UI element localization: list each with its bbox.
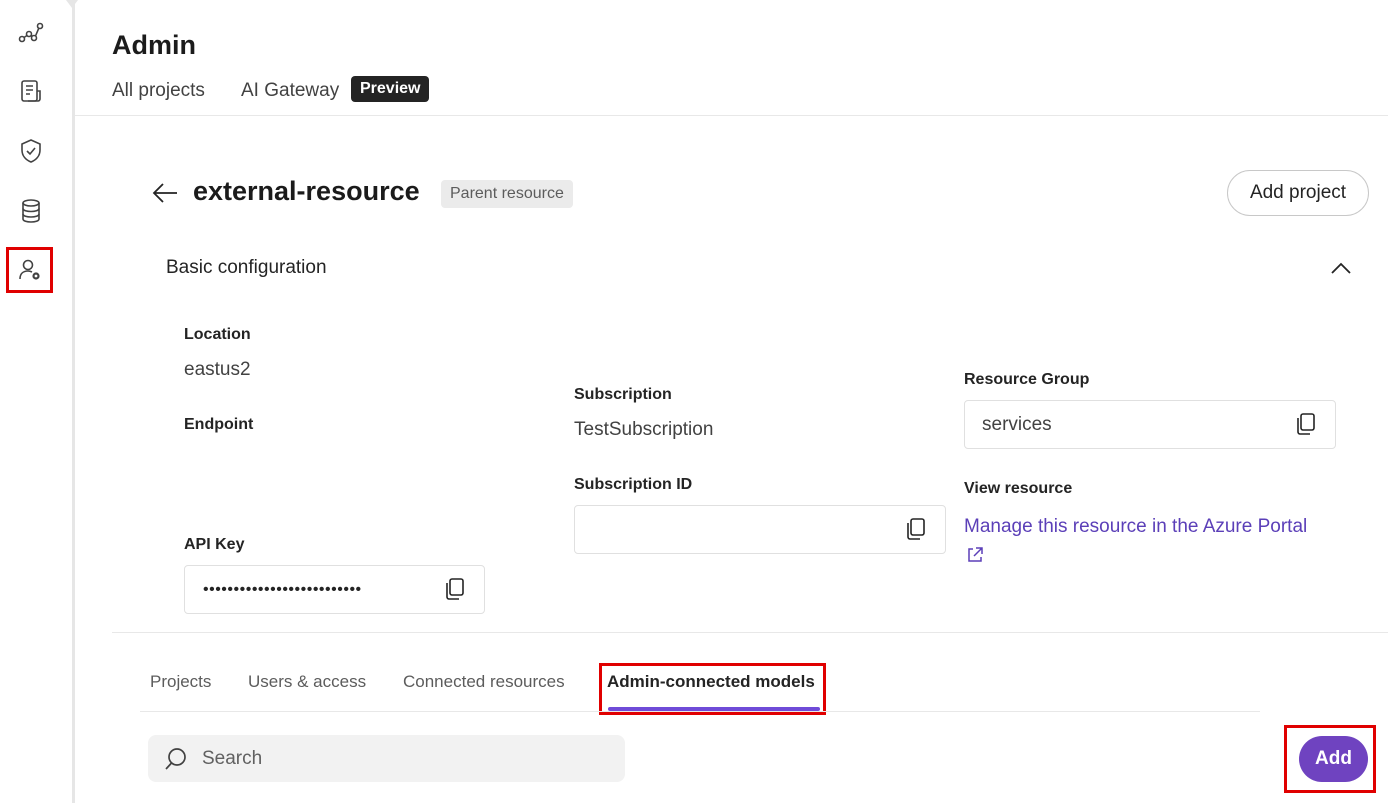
- add-project-button[interactable]: Add project: [1227, 170, 1369, 216]
- azure-portal-link[interactable]: Manage this resource in the Azure Portal: [964, 512, 1344, 542]
- search-box[interactable]: [148, 735, 625, 782]
- graph-icon[interactable]: [14, 15, 48, 49]
- divider: [140, 711, 1260, 712]
- tab-connected-resources[interactable]: Connected resources: [403, 672, 565, 692]
- resource-group-label: Resource Group: [964, 371, 1090, 388]
- divider: [75, 115, 1388, 116]
- location-value: eastus2: [184, 359, 251, 380]
- copy-icon[interactable]: [905, 517, 927, 541]
- api-key-field[interactable]: ••••••••••••••••••••••••••: [184, 565, 485, 614]
- location-label: Location: [184, 326, 251, 343]
- tab-all-projects[interactable]: All projects: [112, 80, 205, 102]
- database-icon[interactable]: [14, 194, 48, 228]
- subscription-id-field[interactable]: [574, 505, 946, 554]
- copy-icon[interactable]: [1295, 412, 1317, 436]
- tab-projects[interactable]: Projects: [150, 672, 211, 692]
- endpoint-label: Endpoint: [184, 416, 254, 433]
- api-key-label: API Key: [184, 536, 245, 553]
- back-arrow-icon[interactable]: [151, 178, 181, 208]
- api-key-value: ••••••••••••••••••••••••••: [203, 581, 362, 598]
- shield-check-icon[interactable]: [14, 134, 48, 168]
- basic-configuration-title[interactable]: Basic configuration: [166, 257, 327, 279]
- resource-title: external-resource: [193, 176, 420, 206]
- page-title: Admin: [112, 30, 196, 60]
- copy-icon[interactable]: [444, 577, 466, 601]
- preview-badge: Preview: [351, 76, 430, 102]
- main-content: Admin All projects AI Gateway Preview ex…: [75, 0, 1388, 803]
- resource-group-field[interactable]: services: [964, 400, 1336, 449]
- subscription-value: TestSubscription: [574, 419, 714, 440]
- parent-resource-badge: Parent resource: [441, 180, 573, 208]
- divider: [112, 632, 1388, 633]
- external-link-icon[interactable]: [966, 546, 984, 564]
- subscription-id-label: Subscription ID: [574, 476, 693, 493]
- user-settings-icon[interactable]: [6, 247, 53, 293]
- tab-users-access[interactable]: Users & access: [248, 672, 366, 692]
- notes-icon[interactable]: [14, 74, 48, 108]
- search-input[interactable]: [200, 745, 604, 773]
- chevron-up-icon[interactable]: [1329, 256, 1353, 280]
- tab-ai-gateway[interactable]: AI Gateway: [241, 80, 339, 102]
- left-sidebar: [0, 0, 75, 803]
- subscription-label: Subscription: [574, 386, 672, 403]
- add-button[interactable]: Add: [1299, 736, 1368, 782]
- view-resource-label: View resource: [964, 480, 1073, 497]
- search-icon: [165, 748, 186, 770]
- tab-admin-connected-models[interactable]: Admin-connected models: [607, 672, 815, 692]
- resource-group-value: services: [982, 414, 1052, 435]
